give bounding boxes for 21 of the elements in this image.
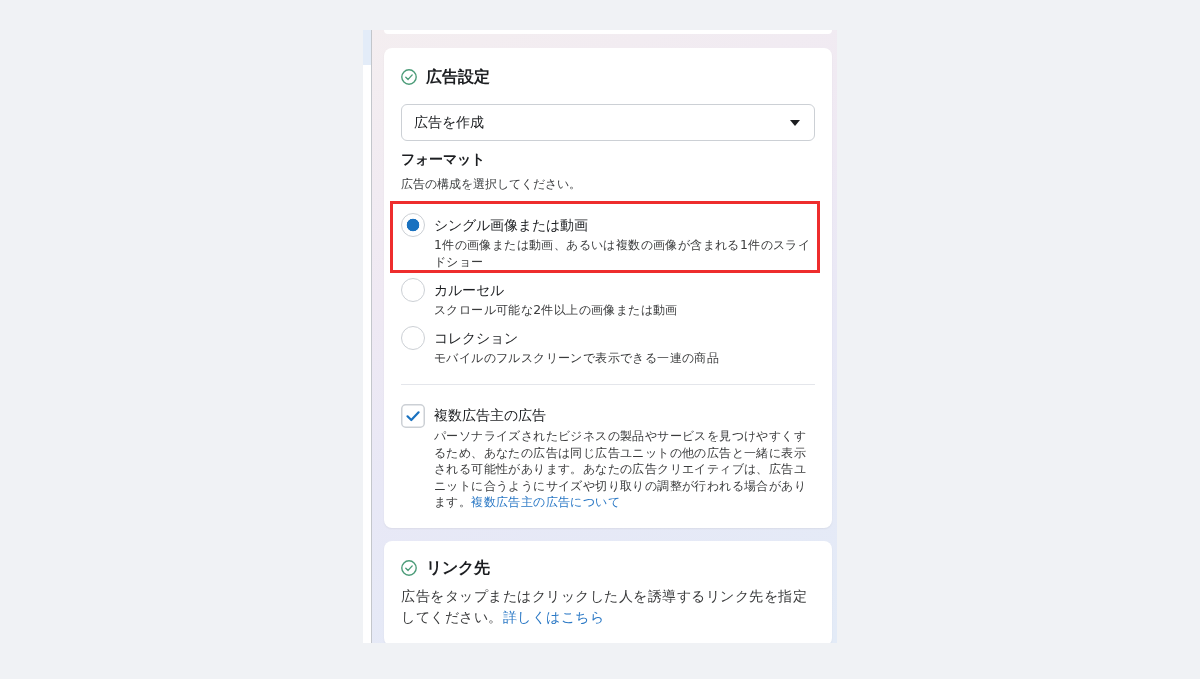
radio-button[interactable] xyxy=(401,213,425,237)
format-heading: フォーマット xyxy=(401,150,486,168)
destination-description: 広告をタップまたはクリックした人を誘導するリンク先を指定してください。詳しくはこちら xyxy=(401,586,808,627)
multi-advertiser-description: パーソナライズされたビジネスの製品やサービスを見つけやすくするため、あなたの広告は同じ広告ユニットの他の広告と一緒に表示される可能性があります。あなたの広告クリエイティブは、広告ユニットに合うようにサイズや切り取りの調整が行われる場合があります。複数広告主の広告について xyxy=(434,428,807,511)
ad-type-dropdown[interactable]: 広告を作成 xyxy=(401,104,815,141)
section-title: リンク先 xyxy=(426,556,490,579)
format-hint: 広告の構成を選択してください。 xyxy=(401,176,582,193)
option-description: スクロール可能な2件以上の画像または動画 xyxy=(434,301,679,318)
section-title: 広告設定 xyxy=(426,66,490,88)
option-label: コレクション xyxy=(434,329,519,348)
learn-more-link[interactable]: 詳しくはこちら xyxy=(502,608,604,625)
checkbox[interactable] xyxy=(401,404,425,428)
caret-icon xyxy=(790,119,800,126)
checkbox-label: 複数広告主の広告 xyxy=(434,406,547,425)
option-description: モバイルのフルスクリーンで表示できる一連の商品 xyxy=(434,349,721,366)
radio-button[interactable] xyxy=(401,326,425,350)
option-label: カルーセル xyxy=(434,281,505,300)
radio-button[interactable] xyxy=(401,278,425,302)
learn-more-link[interactable]: 複数広告主の広告について xyxy=(471,494,620,509)
option-description: 1件の画像または動画、あるいは複数の画像が含まれる1件のスライドショー xyxy=(434,236,812,270)
option-label: シングル画像または動画 xyxy=(434,216,589,235)
